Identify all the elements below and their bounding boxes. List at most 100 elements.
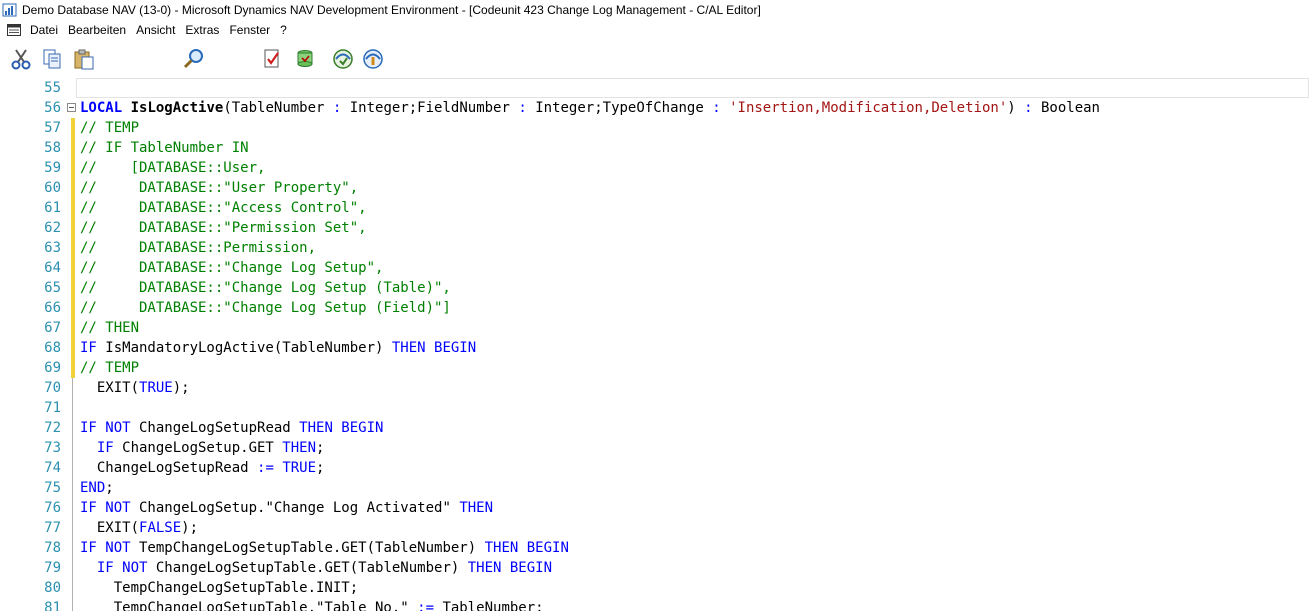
code-token: ); xyxy=(181,520,199,536)
code-token: // IF TableNumber IN xyxy=(80,140,249,156)
line-number: 78 xyxy=(44,540,61,556)
code-line[interactable]: 79 IF NOT ChangeLogSetupTable.GET(TableN… xyxy=(0,558,1309,578)
code-line[interactable]: 66 // DATABASE::"Change Log Setup (Field)… xyxy=(0,298,1309,318)
change-indicator-bar xyxy=(71,198,75,218)
code-line[interactable]: 80 TempChangeLogSetupTable.INIT; xyxy=(0,578,1309,598)
code-token: THEN xyxy=(282,440,317,456)
line-number: 58 xyxy=(44,140,61,156)
code-line[interactable]: 71 xyxy=(0,398,1309,418)
code-line[interactable]: 62 // DATABASE::"Permission Set", xyxy=(0,218,1309,238)
help-button[interactable] xyxy=(360,46,386,72)
code-line[interactable]: 74 ChangeLogSetupRead := TRUE; xyxy=(0,458,1309,478)
line-number: 55 xyxy=(44,80,61,96)
line-number: 73 xyxy=(44,440,61,456)
code-line[interactable]: 73 IF ChangeLogSetup.GET THEN; xyxy=(0,438,1309,458)
code-line[interactable]: 68 IF IsMandatoryLogActive(TableNumber) T… xyxy=(0,338,1309,358)
code-line[interactable]: 63 // DATABASE::Permission, xyxy=(0,238,1309,258)
code-token: ChangeLogSetupTable.GET(TableNumber) xyxy=(147,560,468,576)
menu-datei[interactable]: Datei xyxy=(25,23,63,37)
line-number: 57 xyxy=(44,120,61,136)
code-line[interactable]: 59 // [DATABASE::User, xyxy=(0,158,1309,178)
code-token: ChangeLogSetupRead xyxy=(130,420,300,436)
code-token: ); xyxy=(172,380,190,396)
code-token: : xyxy=(712,100,721,116)
code-text: TempChangeLogSetupTable."Table No." := T… xyxy=(80,598,544,611)
outline-guide xyxy=(72,578,73,598)
menu-bearbeiten[interactable]: Bearbeiten xyxy=(63,23,131,37)
outline-guide xyxy=(72,418,73,438)
code-line[interactable]: 75 END; xyxy=(0,478,1309,498)
line-number: 62 xyxy=(44,220,61,236)
window-system-menu-icon[interactable] xyxy=(7,23,21,36)
symbol-menu-icon xyxy=(333,49,353,69)
line-number: 66 xyxy=(44,300,61,316)
code-line[interactable]: 72 IF NOT ChangeLogSetupRead THEN BEGIN xyxy=(0,418,1309,438)
code-text: // DATABASE::"Change Log Setup", xyxy=(80,258,383,278)
database-button[interactable] xyxy=(292,46,318,72)
code-text: IF NOT ChangeLogSetupTable.GET(TableNumb… xyxy=(80,558,552,578)
outline-guide xyxy=(72,458,73,478)
paste-button[interactable] xyxy=(71,46,97,72)
code-line[interactable]: 57 // TEMP xyxy=(0,118,1309,138)
menu-help[interactable]: ? xyxy=(275,23,292,37)
cut-button[interactable] xyxy=(8,46,34,72)
code-token: ChangeLogSetup."Change Log Activated" xyxy=(130,500,460,516)
code-token: // THEN xyxy=(80,320,140,336)
code-line[interactable]: 69 // TEMP xyxy=(0,358,1309,378)
code-line[interactable]: 56 LOCAL IsLogActive(TableNumber : Intege… xyxy=(0,98,1309,118)
copy-button[interactable] xyxy=(39,46,65,72)
code-line[interactable]: 77 EXIT(FALSE); xyxy=(0,518,1309,538)
dynamics-nav-app-icon xyxy=(2,3,17,16)
code-token: IF xyxy=(80,340,97,356)
code-token: TRUE xyxy=(282,460,317,476)
code-token: Integer;FieldNumber xyxy=(341,100,519,116)
symbol-menu-button[interactable] xyxy=(330,46,356,72)
change-indicator-bar xyxy=(71,298,75,318)
menu-extras[interactable]: Extras xyxy=(180,23,224,37)
code-text: // DATABASE::"User Property", xyxy=(80,178,358,198)
code-line[interactable]: 78 IF NOT TempChangeLogSetupTable.GET(Tab… xyxy=(0,538,1309,558)
code-line[interactable]: 61 // DATABASE::"Access Control", xyxy=(0,198,1309,218)
code-token: THEN xyxy=(459,500,494,516)
code-line[interactable]: 70 EXIT(TRUE); xyxy=(0,378,1309,398)
menu-ansicht[interactable]: Ansicht xyxy=(131,23,180,37)
compile-button[interactable] xyxy=(259,46,285,72)
code-line[interactable]: 67 // THEN xyxy=(0,318,1309,338)
code-token: EXIT( xyxy=(80,520,140,536)
paste-icon xyxy=(74,49,94,70)
outline-guide xyxy=(72,478,73,498)
code-token: THEN BEGIN xyxy=(299,420,384,436)
code-line[interactable]: 58 // IF TableNumber IN xyxy=(0,138,1309,158)
code-token: TempChangeLogSetupTable.INIT; xyxy=(80,580,359,596)
code-text: IF NOT ChangeLogSetup."Change Log Activa… xyxy=(80,498,493,518)
code-token: END xyxy=(80,480,106,496)
line-number: 65 xyxy=(44,280,61,296)
find-button[interactable] xyxy=(181,46,207,72)
collapse-icon[interactable] xyxy=(67,103,76,112)
code-line[interactable]: 64 // DATABASE::"Change Log Setup", xyxy=(0,258,1309,278)
code-token: IF NOT xyxy=(80,540,131,556)
code-line[interactable]: 55 xyxy=(0,78,1309,98)
code-token: // TEMP xyxy=(80,120,140,136)
database-icon xyxy=(297,50,313,67)
line-number: 80 xyxy=(44,580,61,596)
code-line[interactable]: 81 TempChangeLogSetupTable."Table No." :… xyxy=(0,598,1309,611)
code-text: // [DATABASE::User, xyxy=(80,158,265,178)
cal-code-editor[interactable]: 55 56 LOCAL IsLogActive(TableNumber : Inte… xyxy=(0,78,1309,611)
code-token: THEN BEGIN xyxy=(484,540,569,556)
code-line[interactable]: 60 // DATABASE::"User Property", xyxy=(0,178,1309,198)
code-token: Integer;TypeOfChange xyxy=(526,100,713,116)
line-number: 75 xyxy=(44,480,61,496)
code-line[interactable]: 76 IF NOT ChangeLogSetup."Change Log Acti… xyxy=(0,498,1309,518)
code-line[interactable]: 65 // DATABASE::"Change Log Setup (Table)… xyxy=(0,278,1309,298)
copy-icon xyxy=(43,49,61,69)
code-token: // DATABASE::"Change Log Setup (Field)"] xyxy=(80,300,451,316)
code-token: ) xyxy=(1007,100,1025,116)
code-token: (TableNumber xyxy=(223,100,333,116)
code-text: // TEMP xyxy=(80,358,139,378)
code-token: FALSE xyxy=(139,520,182,536)
compile-icon xyxy=(264,49,279,68)
outline-guide xyxy=(72,518,73,538)
menu-fenster[interactable]: Fenster xyxy=(224,23,275,37)
